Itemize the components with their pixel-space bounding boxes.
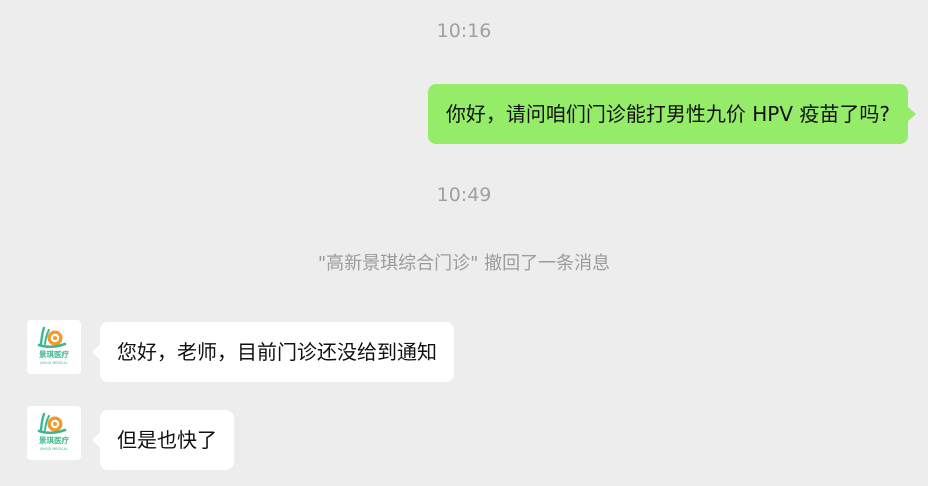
incoming-message-bubble[interactable]: 您好，老师，目前门诊还没给到通知: [92, 322, 454, 382]
message-text: 但是也快了: [117, 428, 217, 452]
snail-logo-icon: 景琪医疗 JINGQI MEDICAL: [37, 412, 69, 451]
outgoing-message-bubble[interactable]: 你好，请问咱们门诊能打男性九价 HPV 疫苗了吗?: [427, 84, 917, 144]
avatar-label: 景琪医疗: [39, 349, 69, 359]
timestamp: 10:16: [436, 20, 492, 42]
avatar-subtitle: JINGQI MEDICAL: [39, 447, 67, 451]
avatar-subtitle: JINGQI MEDICAL: [39, 361, 67, 365]
incoming-message-bubble[interactable]: 但是也快了: [92, 410, 234, 470]
snail-logo-icon: 景琪医疗 JINGQI MEDICAL: [37, 326, 69, 365]
timestamp: 10:49: [436, 184, 492, 206]
recall-notice: "高新景琪综合门诊" 撤回了一条消息: [317, 253, 611, 274]
avatar-label: 景琪医疗: [39, 435, 69, 445]
contact-avatar[interactable]: 景琪医疗 JINGQI MEDICAL: [27, 406, 81, 460]
message-text: 您好，老师，目前门诊还没给到通知: [117, 340, 437, 364]
contact-avatar[interactable]: 景琪医疗 JINGQI MEDICAL: [27, 320, 81, 374]
message-text: 你好，请问咱们门诊能打男性九价 HPV 疫苗了吗?: [445, 102, 890, 126]
